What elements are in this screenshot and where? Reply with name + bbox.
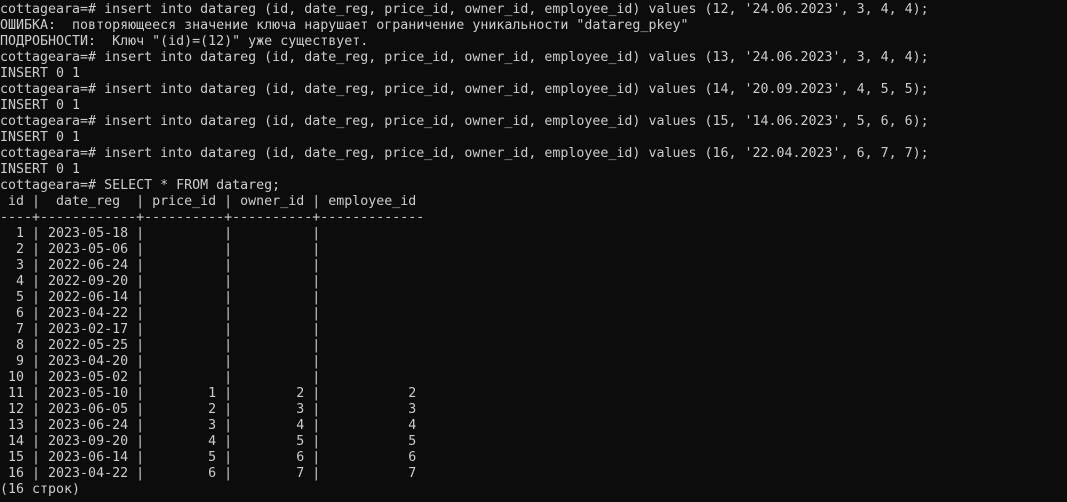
table-row: 3 | 2022-06-24 | | | [0,258,321,273]
command-line-insert-12: cottageara=# insert into datareg (id, da… [0,2,929,17]
table-row: 9 | 2023-04-20 | | | [0,354,321,369]
table-row: 1 | 2023-05-18 | | | [0,226,321,241]
table-header: id | date_reg | price_id | owner_id | em… [0,194,417,209]
insert-result: INSERT 0 1 [0,66,81,81]
insert-result: INSERT 0 1 [0,162,81,177]
table-row: 13 | 2023-06-24 | 3 | 4 | 4 [0,418,417,433]
command-line-select: cottageara=# SELECT * FROM datareg; [0,178,281,193]
insert-result: INSERT 0 1 [0,98,81,113]
table-row: 2 | 2023-05-06 | | | [0,242,321,257]
table-separator: ----+------------+----------+----------+… [0,210,425,225]
table-row: 14 | 2023-09-20 | 4 | 5 | 5 [0,434,417,449]
command-line-insert-13: cottageara=# insert into datareg (id, da… [0,50,929,65]
error-details: ПОДРОБНОСТИ: Ключ "(id)=(12)" уже сущест… [0,34,369,49]
table-row: 11 | 2023-05-10 | 1 | 2 | 2 [0,386,417,401]
table-row: 16 | 2023-04-22 | 6 | 7 | 7 [0,466,417,481]
command-line-insert-16: cottageara=# insert into datareg (id, da… [0,146,929,161]
table-row: 4 | 2022-09-20 | | | [0,274,321,289]
row-count: (16 строк) [0,482,81,497]
table-row: 6 | 2023-04-22 | | | [0,306,321,321]
command-line-insert-15: cottageara=# insert into datareg (id, da… [0,114,929,129]
error-message: ОШИБКА: повторяющееся значение ключа нар… [0,18,689,33]
table-row: 10 | 2023-05-02 | | | [0,370,321,385]
insert-result: INSERT 0 1 [0,130,81,145]
table-row: 7 | 2023-02-17 | | | [0,322,321,337]
table-row: 12 | 2023-06-05 | 2 | 3 | 3 [0,402,417,417]
table-row: 15 | 2023-06-14 | 5 | 6 | 6 [0,450,417,465]
terminal-window[interactable]: cottageara=# insert into datareg (id, da… [0,0,1067,502]
command-line-insert-14: cottageara=# insert into datareg (id, da… [0,82,929,97]
table-row: 8 | 2022-05-25 | | | [0,338,321,353]
table-row: 5 | 2022-06-14 | | | [0,290,321,305]
